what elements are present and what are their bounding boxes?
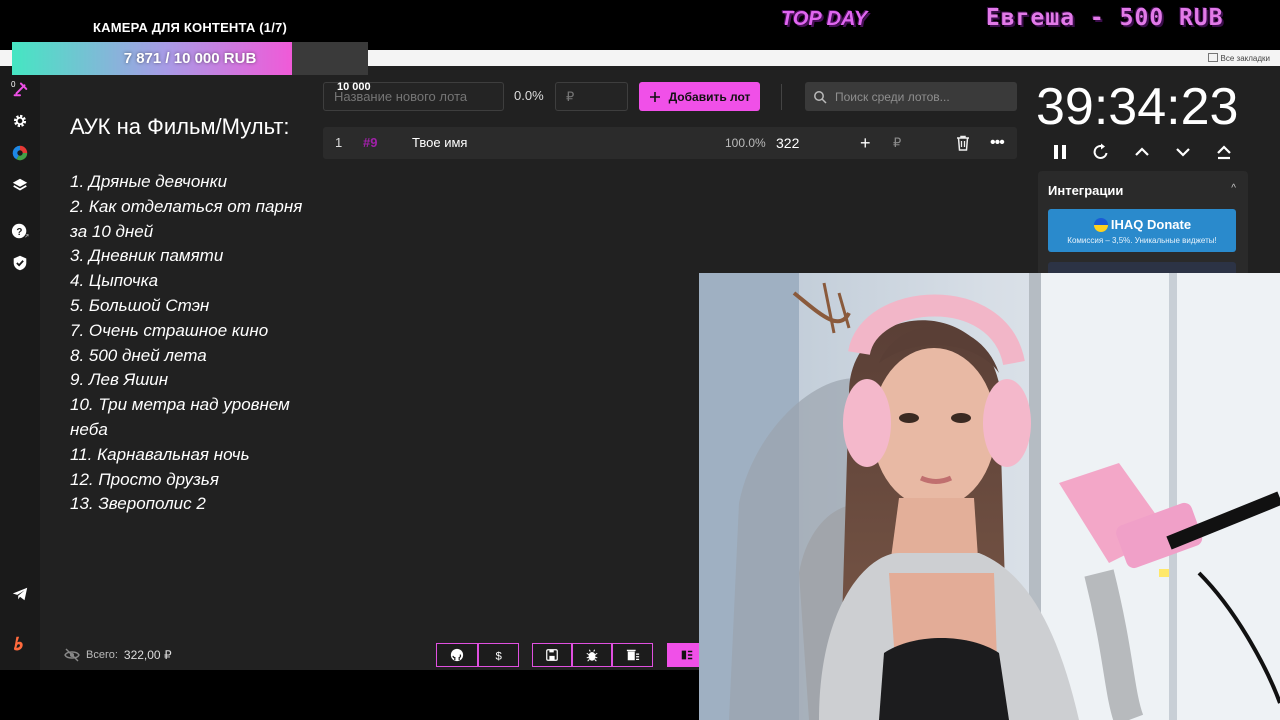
film-list-item: 13. Зверополис 2 bbox=[70, 494, 206, 514]
layout-icon bbox=[681, 650, 693, 660]
ihaq-donate-button[interactable]: IHAQ Donate Комиссия – 3,5%. Уникальные … bbox=[1048, 209, 1236, 252]
github-icon bbox=[450, 648, 464, 662]
total-value: 322,00 ₽ bbox=[123, 648, 172, 662]
donation-goal-title: КАМЕРА ДЛЯ КОНТЕНТА (1/7) bbox=[93, 20, 287, 35]
double-chevron-up-icon[interactable] bbox=[1213, 141, 1235, 163]
film-list-item: 5. Большой Стэн bbox=[70, 295, 210, 315]
telegram-icon[interactable] bbox=[8, 582, 32, 606]
integrations-title: Интеграции bbox=[1048, 183, 1124, 198]
film-list-item: 7. Очень страшное кино bbox=[70, 320, 269, 340]
film-list-item: 2. Как отделаться от парня за 10 дней bbox=[70, 196, 303, 241]
help-icon[interactable]: ? bbox=[8, 219, 32, 243]
ihaq-description: Комиссия – 3,5%. Уникальные виджеты! bbox=[1067, 236, 1217, 245]
search-icon bbox=[814, 90, 827, 104]
layers-icon[interactable] bbox=[8, 173, 32, 197]
new-lot-amount-input[interactable] bbox=[555, 82, 628, 111]
report-bug-button[interactable] bbox=[572, 643, 612, 667]
brand-logo-icon[interactable] bbox=[8, 632, 32, 656]
screen: КАМЕРА ДЛЯ КОНТЕНТА (1/7) TOP DAY Евгеша… bbox=[0, 0, 1280, 720]
lot-id: #9 bbox=[363, 135, 378, 150]
film-list-item: 10. Три метра над уровнем неба bbox=[70, 395, 290, 439]
pause-icon[interactable] bbox=[1049, 141, 1071, 163]
eye-off-icon[interactable] bbox=[64, 648, 80, 662]
bug-icon bbox=[586, 649, 598, 662]
donation-goal-target: 10 000 bbox=[337, 81, 371, 93]
timer-display: 39:34:23 bbox=[1036, 78, 1239, 136]
total-summary: Всего: 322,00 ₽ bbox=[64, 648, 172, 662]
film-list-title: АУК на Фильм/Мульт: bbox=[70, 114, 290, 139]
svg-text:?: ? bbox=[16, 227, 22, 238]
sidebar: 0 ? bbox=[0, 66, 40, 670]
delete-list-icon bbox=[626, 649, 639, 661]
top-day-label: TOP DAY bbox=[781, 8, 868, 30]
lot-amount-currency[interactable]: ₽ bbox=[893, 127, 901, 159]
trash-icon[interactable] bbox=[956, 135, 972, 151]
add-lot-button[interactable]: Добавить лот bbox=[639, 82, 760, 111]
collapse-chevron-icon[interactable]: ^ bbox=[1231, 183, 1236, 194]
svg-text:$: $ bbox=[495, 650, 502, 662]
save-button[interactable] bbox=[532, 643, 572, 667]
lot-amount: 322 bbox=[776, 135, 800, 151]
donation-goal-progress: 7 871 / 10 000 RUB bbox=[123, 50, 257, 67]
new-lot-percent: 0.0% bbox=[514, 88, 544, 103]
all-bookmarks-link[interactable]: Все закладки bbox=[1208, 53, 1270, 63]
dollar-icon: $ bbox=[495, 650, 502, 662]
donation-goal-bar: 7 871 / 10 000 RUB bbox=[12, 42, 368, 75]
ihaq-name: IHAQ Donate bbox=[1110, 217, 1192, 232]
search-placeholder: Поиск среди лотов... bbox=[835, 89, 950, 104]
webcam-image bbox=[699, 273, 1280, 720]
donate-button[interactable]: $ bbox=[478, 643, 519, 667]
github-button[interactable] bbox=[436, 643, 478, 667]
toolbar-divider bbox=[781, 84, 782, 110]
add-lot-label: Добавить лот bbox=[668, 89, 751, 104]
more-options-icon[interactable]: ••• bbox=[990, 127, 1005, 159]
auction-icon[interactable]: 0 bbox=[8, 76, 32, 100]
total-label: Всего: bbox=[86, 649, 118, 661]
lot-percent: 100.0% bbox=[725, 136, 766, 150]
lot-add-amount-button[interactable]: + bbox=[860, 127, 871, 159]
lot-number: 1 bbox=[335, 135, 343, 150]
film-list-item: 12. Просто друзья bbox=[70, 469, 219, 489]
chevron-up-icon[interactable] bbox=[1131, 141, 1153, 163]
sidebar-marker: 0 bbox=[11, 80, 16, 89]
clear-all-button[interactable] bbox=[612, 643, 653, 667]
film-list-item: 8. 500 дней лета bbox=[70, 345, 207, 365]
top-donor-label: Евгеша - 500 RUB bbox=[986, 5, 1224, 31]
lot-name[interactable]: Твое имя bbox=[412, 127, 467, 159]
webcam-feed bbox=[699, 273, 1280, 720]
lot-row[interactable]: 1 #9 Твое имя 100.0% 322 + ₽ ••• bbox=[323, 127, 1017, 159]
film-list-item: 9. Лев Яшин bbox=[70, 370, 169, 390]
integrations-panel: Интеграции ^ IHAQ Donate Комиссия – 3,5%… bbox=[1038, 171, 1248, 276]
film-list-item: 1. Дряные девчонки bbox=[70, 172, 228, 191]
save-icon bbox=[546, 649, 558, 661]
reset-icon[interactable] bbox=[1090, 141, 1112, 163]
chevron-down-icon[interactable] bbox=[1172, 141, 1194, 163]
pie-chart-icon[interactable] bbox=[8, 141, 32, 165]
shield-icon[interactable] bbox=[8, 251, 32, 275]
film-list-item: 3. Дневник памяти bbox=[70, 246, 224, 266]
lot-search-input[interactable]: Поиск среди лотов... bbox=[805, 82, 1017, 111]
gear-icon[interactable] bbox=[8, 109, 32, 133]
film-list-item: 4. Цыпочка bbox=[70, 271, 159, 291]
film-list-item: 11. Карнавальная ночь bbox=[70, 444, 250, 464]
plus-icon bbox=[649, 91, 660, 102]
film-list: 1. Дряные девчонки 2. Как отделаться от п… bbox=[70, 170, 310, 517]
